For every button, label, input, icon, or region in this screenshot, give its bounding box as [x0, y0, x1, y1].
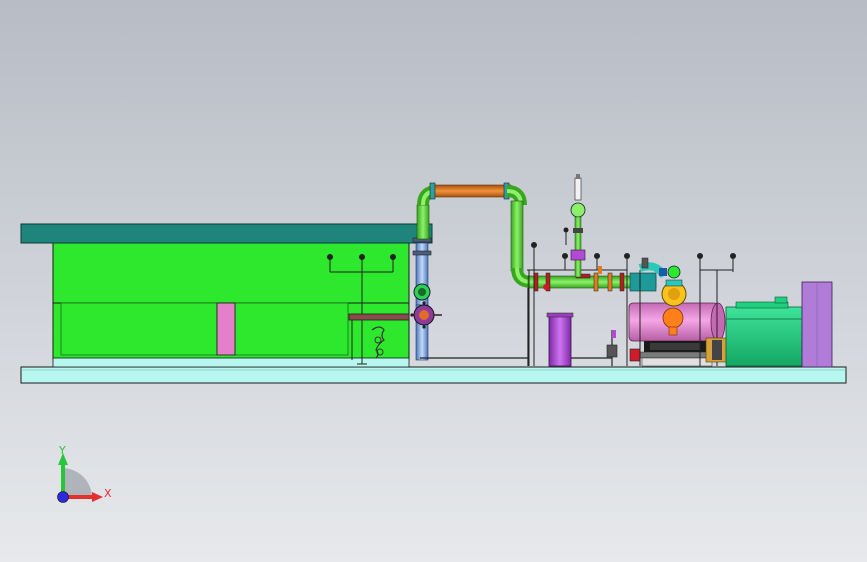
motor[interactable]	[725, 296, 803, 367]
building-floor-slab	[52, 357, 410, 368]
base-skid[interactable]	[20, 366, 847, 384]
y-axis-label: Y	[58, 444, 66, 457]
model-canvas: Y X	[0, 0, 867, 562]
filter-vessel[interactable]	[546, 312, 574, 367]
building-pillar	[216, 302, 236, 356]
building-roof[interactable]	[20, 223, 433, 244]
control-cabinet[interactable]	[801, 281, 833, 368]
x-axis-label: X	[104, 487, 112, 500]
check-valve[interactable]	[413, 283, 431, 301]
building-enclosure[interactable]	[52, 242, 410, 368]
z-axis-dot	[57, 491, 69, 503]
cad-viewport[interactable]: Y X	[0, 0, 867, 562]
shaft-coupling[interactable]	[705, 337, 729, 363]
